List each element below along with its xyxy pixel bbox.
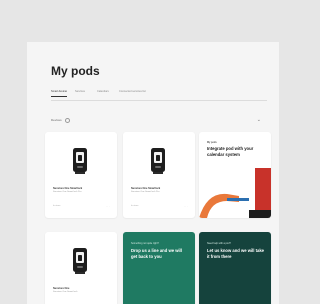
calendar-illustration	[199, 168, 271, 218]
tab-bar: Smart devices Services Calendars Connect…	[51, 88, 267, 100]
promo-heading: Integrate pod with your calendar system	[207, 146, 254, 157]
promo-eyebrow: My pods	[207, 141, 217, 144]
help-eyebrow: Need help with a pod?	[207, 242, 231, 245]
device-detail: In-store	[131, 205, 139, 207]
tab-connected-services[interactable]: Connected services list	[119, 88, 146, 96]
tab-smart-devices[interactable]: Smart devices	[51, 88, 68, 97]
more-icon[interactable]: ···	[106, 204, 110, 208]
device-card[interactable]: Sunstore One Sunstore One Smart lock	[45, 232, 117, 304]
device-title: Sunstore One	[53, 287, 70, 290]
device-card[interactable]: Sunstore One Smartlock Sunstore One Smar…	[123, 132, 195, 218]
integration-promo-card[interactable]: My pods Integrate pod with your calendar…	[199, 132, 271, 218]
contact-card[interactable]: Something not quite right? Drop us a lin…	[123, 232, 195, 304]
more-icon[interactable]: ···	[184, 204, 188, 208]
help-card[interactable]: Need help with a pod? Let us know and we…	[199, 232, 271, 304]
tab-calendars[interactable]: Calendars	[97, 88, 109, 96]
smart-lock-icon	[73, 148, 87, 174]
smart-lock-icon	[151, 148, 165, 174]
device-title: Sunstore One Smartlock	[53, 187, 83, 190]
contact-eyebrow: Something not quite right?	[131, 242, 159, 245]
pods-panel: My pods Smart devices Services Calendars…	[27, 42, 279, 304]
help-heading: Let us know and we will take it from the…	[207, 248, 265, 259]
device-title: Sunstore One Smartlock	[131, 187, 161, 190]
tab-services[interactable]: Services	[75, 88, 85, 96]
filter-label: Devices	[51, 118, 62, 122]
chevron-down-icon[interactable]: ⌄	[257, 116, 261, 124]
smart-lock-icon	[73, 248, 87, 274]
page-title: My pods	[51, 64, 100, 78]
device-subtitle: Sunstore One Smart lock Pro	[131, 191, 160, 193]
device-card[interactable]: Sunstore One Smartlock Sunstore One Smar…	[45, 132, 117, 218]
device-subtitle: Sunstore One Smart lock Pro	[53, 191, 82, 193]
device-detail: In-store	[53, 205, 61, 207]
info-icon[interactable]	[65, 118, 70, 123]
tabs-divider	[51, 100, 267, 101]
filter-row[interactable]: Devices ⌄	[51, 116, 261, 124]
contact-heading: Drop us a line and we will get back to y…	[131, 248, 182, 259]
device-subtitle: Sunstore One Smart lock	[53, 291, 78, 293]
